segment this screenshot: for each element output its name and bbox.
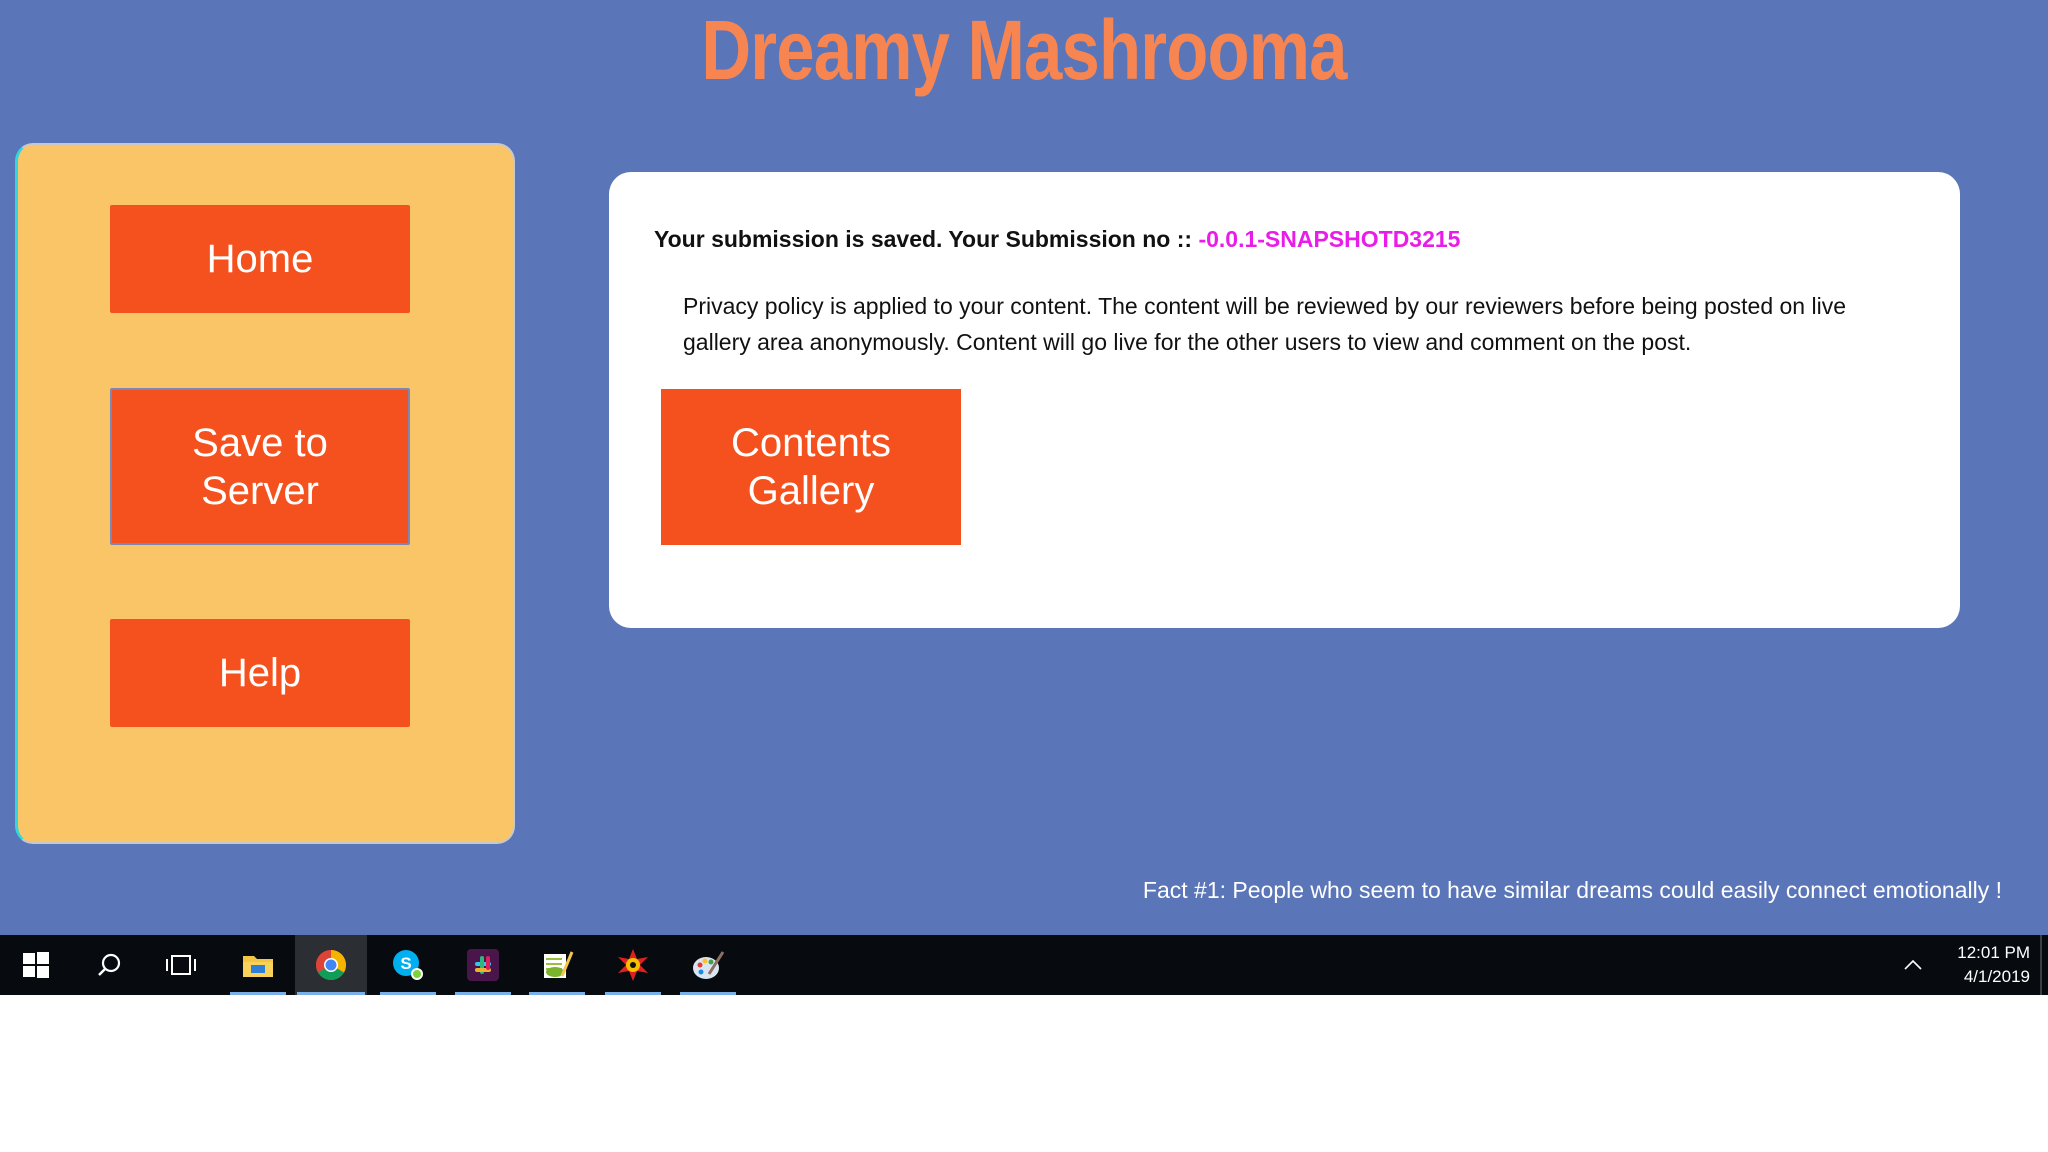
search-icon[interactable] [79,935,139,995]
chrome-icon[interactable] [295,935,367,995]
skype-icon[interactable]: S [378,935,438,995]
sidebar: Home Save to Server Help [15,143,515,844]
saved-prefix: Your submission is saved. Your Submissio… [654,226,1199,252]
clock-date: 4/1/2019 [1963,967,2030,986]
submission-card: Your submission is saved. Your Submissio… [609,172,1960,628]
save-to-server-label: Save to Server [192,420,328,513]
home-button[interactable]: Home [110,205,410,313]
chevron-up-icon[interactable] [1898,949,1928,979]
clock[interactable]: 12:01 PM 4/1/2019 [1940,941,2030,989]
file-explorer-icon[interactable] [228,935,288,995]
privacy-notice: Privacy policy is applied to your conten… [683,293,1846,355]
save-to-server-button[interactable]: Save to Server [110,388,410,545]
task-view-icon[interactable] [151,935,211,995]
svg-text:S: S [400,954,411,973]
app-title: Dreamy Mashrooma [701,3,1347,97]
contents-gallery-button[interactable]: Contents Gallery [661,389,961,545]
clock-time: 12:01 PM [1957,943,2030,962]
app-window: Dreamy Mashrooma Home Save to Server Hel… [0,0,2048,935]
fact-text: Fact #1: People who seem to have similar… [1142,877,2002,903]
taskbar: S 12:01 PM 4/1/2019 [0,935,2048,995]
saved-message: Your submission is saved. Your Submissio… [654,226,1460,253]
paint-icon[interactable] [678,935,738,995]
help-button[interactable]: Help [110,619,410,727]
slack-icon[interactable] [453,935,513,995]
notepad-plus-icon[interactable] [527,935,587,995]
submission-number: -0.0.1-SNAPSHOTD3215 [1198,226,1461,252]
nexus-app-icon[interactable] [603,935,663,995]
contents-gallery-label: Contents Gallery [730,421,892,513]
windows-start-icon[interactable] [6,935,66,995]
show-desktop-button[interactable] [2040,935,2042,995]
